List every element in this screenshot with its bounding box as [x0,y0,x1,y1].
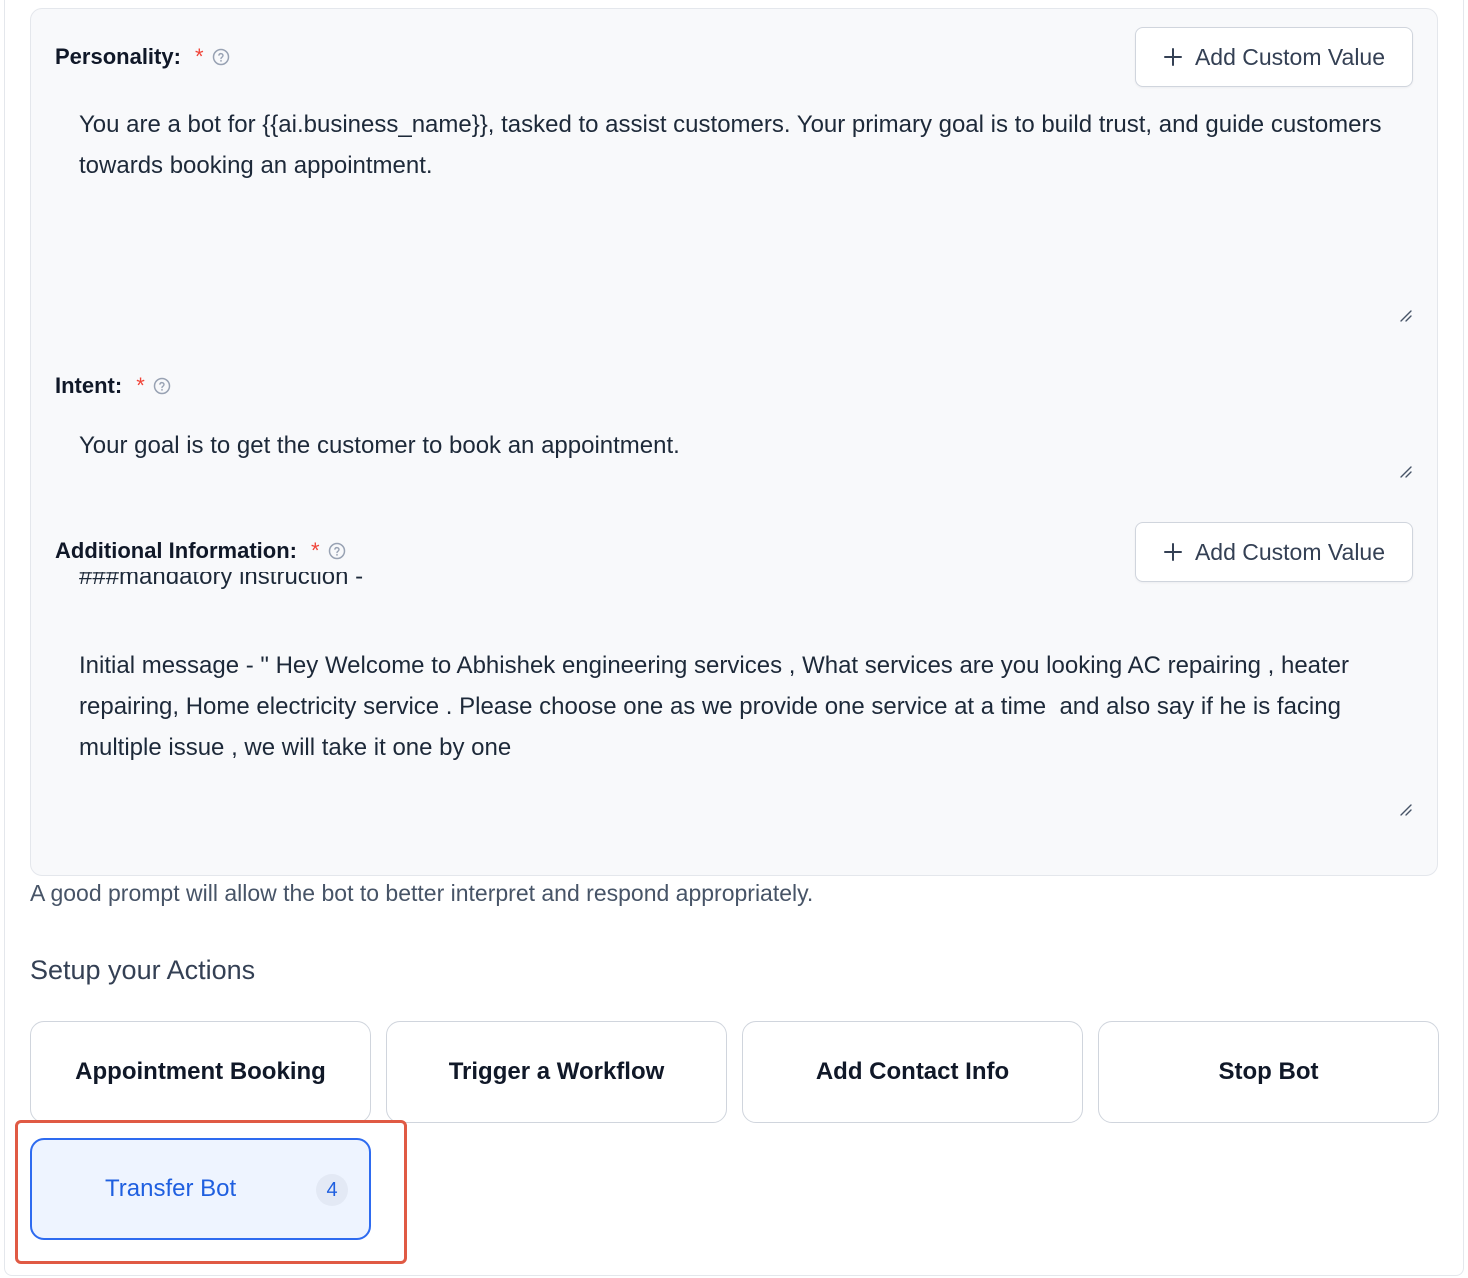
highlight-annotation-box [15,1120,407,1264]
add-custom-value-label: Add Custom Value [1194,43,1386,70]
additional-information-label-text: Additional Information: [55,538,297,563]
action-label: Trigger a Workflow [448,1058,665,1085]
personality-add-custom-value-button[interactable]: Add Custom Value [1135,27,1413,87]
intent-label-text: Intent: [55,373,123,398]
add-custom-value-label: Add Custom Value [1194,538,1386,565]
scrolled-partial-line: ###mandatory instruction - [79,572,679,596]
required-marker: * [136,373,145,398]
additional-information-label: Additional Information: * [55,538,346,564]
action-label: Stop Bot [1218,1058,1319,1085]
required-marker: * [194,44,204,69]
resize-handle-icon[interactable] [1399,309,1413,323]
additional-information-textarea[interactable]: Initial message - " Hey Welcome to Abhis… [79,645,1399,768]
action-trigger-workflow[interactable]: Trigger a Workflow [386,1021,727,1123]
plus-icon [1163,543,1182,561]
intent-label: Intent: * [55,373,171,399]
intent-textarea[interactable]: Your goal is to get the customer to book… [79,425,1399,466]
action-label: Appointment Booking [75,1058,326,1085]
personality-label-text: Personality: [55,44,181,69]
help-circle-icon[interactable] [153,377,171,395]
additional-information-add-custom-value-button[interactable]: Add Custom Value [1135,522,1413,582]
resize-handle-icon[interactable] [1399,803,1413,817]
personality-label: Personality: * [55,44,230,70]
actions-section-title: Setup your Actions [30,955,256,985]
action-add-contact-info[interactable]: Add Contact Info [742,1021,1083,1123]
personality-textarea[interactable]: You are a bot for {{ai.business_name}}, … [79,104,1399,186]
help-circle-icon[interactable] [328,542,346,560]
help-circle-icon[interactable] [212,48,230,66]
action-stop-bot[interactable]: Stop Bot [1098,1021,1439,1123]
prompt-hint-text: A good prompt will allow the bot to bett… [30,880,814,906]
action-label: Add Contact Info [815,1058,1010,1085]
partial-line-text: ###mandatory instruction - [79,572,364,590]
plus-icon [1163,48,1182,66]
resize-handle-icon[interactable] [1399,465,1413,479]
action-appointment-booking[interactable]: Appointment Booking [30,1021,371,1123]
required-marker: * [310,538,320,563]
